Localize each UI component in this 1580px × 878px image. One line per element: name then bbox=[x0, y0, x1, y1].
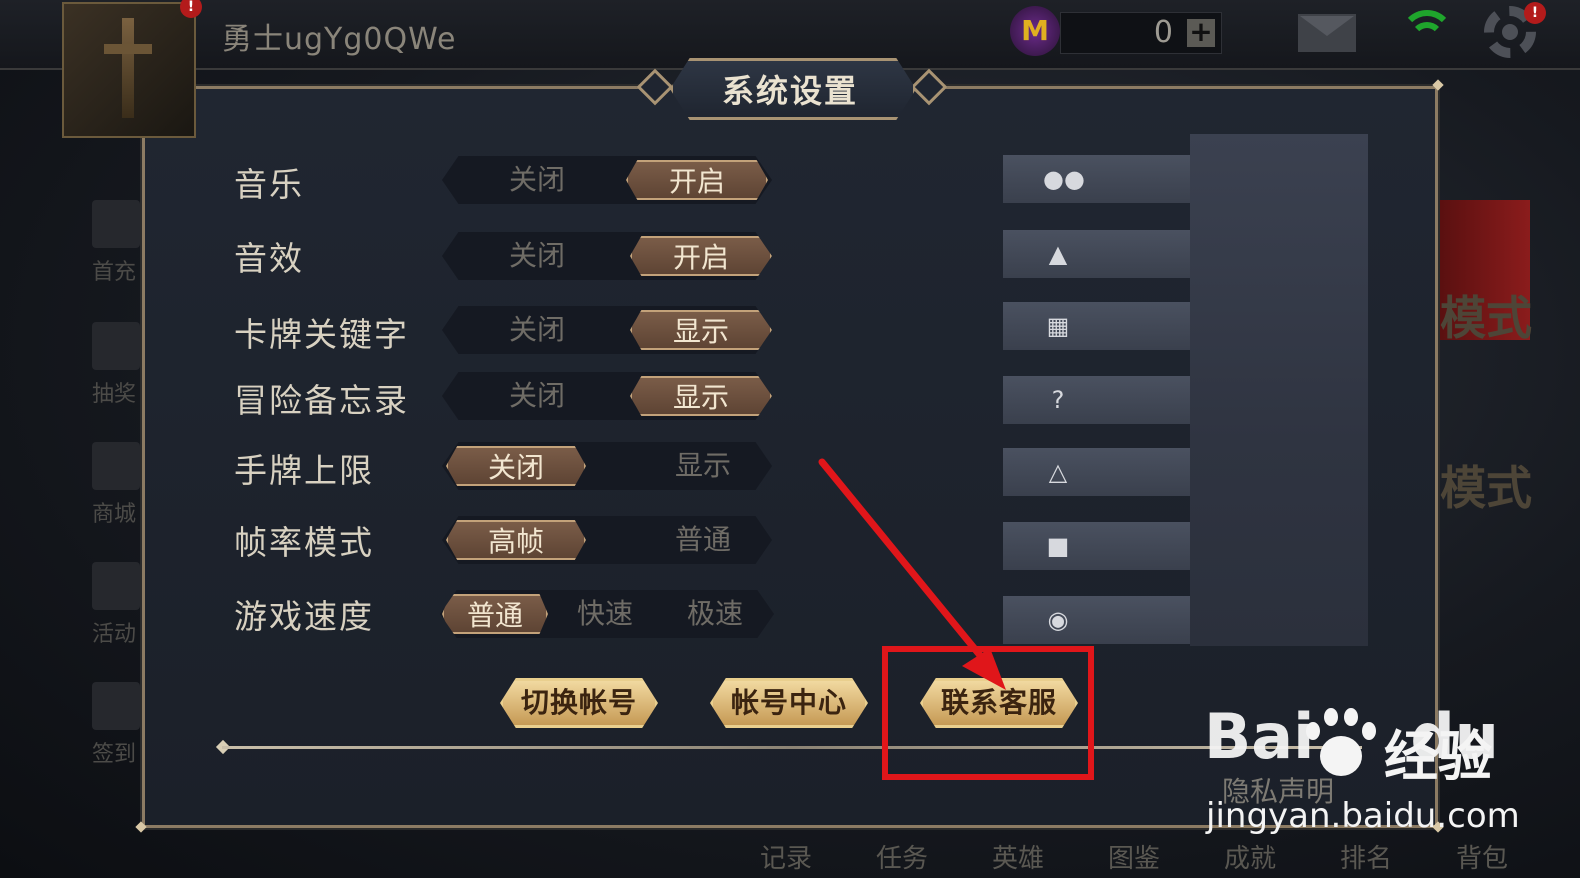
sword-guard-icon bbox=[104, 44, 152, 54]
annotation-highlight-box bbox=[882, 646, 1094, 780]
player-avatar[interactable]: ! bbox=[62, 0, 202, 138]
baidu-watermark-cn: 经验 bbox=[1384, 725, 1492, 788]
baidu-watermark-url: jingyan.baidu.com bbox=[1206, 796, 1520, 836]
sword-icon bbox=[122, 18, 134, 118]
paw-icon bbox=[1298, 704, 1384, 784]
